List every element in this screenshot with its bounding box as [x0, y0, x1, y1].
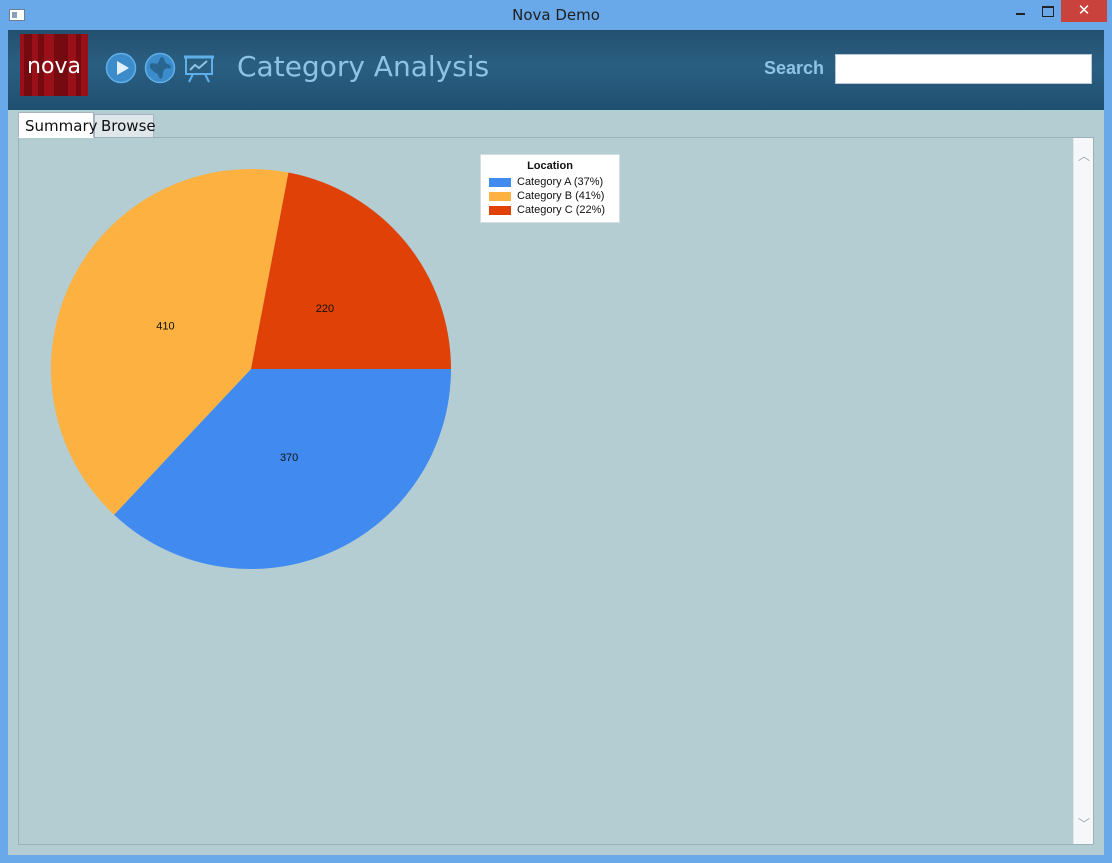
- legend-label-category-a: Category A (37%): [517, 176, 604, 188]
- title-bar[interactable]: Nova Demo ✕: [0, 0, 1112, 30]
- pie-label-category-c: 220: [316, 303, 334, 315]
- app-window: Nova Demo ✕ nova Category Analysis Searc…: [0, 0, 1112, 863]
- globe-icon[interactable]: [144, 52, 176, 84]
- legend-swatch-category-a: [489, 178, 511, 187]
- window-title: Nova Demo: [512, 6, 600, 24]
- maximize-button[interactable]: [1036, 0, 1058, 22]
- nova-logo: nova: [20, 34, 88, 96]
- presentation-chart-icon[interactable]: [183, 52, 215, 84]
- tab-summary[interactable]: Summary: [18, 112, 98, 138]
- app-header: nova Category Analysis Search: [8, 30, 1104, 110]
- scroll-up-icon[interactable]: ︿: [1074, 146, 1094, 166]
- close-button[interactable]: ✕: [1061, 0, 1107, 22]
- page-title: Category Analysis: [237, 50, 490, 83]
- client-area: nova Category Analysis Search Summary Br…: [8, 30, 1104, 855]
- scroll-down-icon[interactable]: ﹀: [1074, 814, 1094, 834]
- main-content: Summary Browse 370 410 220 Location Catego…: [8, 110, 1104, 855]
- legend-swatch-category-b: [489, 192, 511, 201]
- minimize-button[interactable]: [1006, 0, 1036, 22]
- legend-swatch-category-c: [489, 206, 511, 215]
- legend-label-category-c: Category C (22%): [517, 204, 606, 216]
- pie-chart: 370 410 220: [51, 169, 451, 569]
- search-input[interactable]: [835, 54, 1092, 84]
- search-label: Search: [764, 58, 825, 78]
- logo-text: nova: [27, 54, 81, 79]
- pie-label-category-a: 370: [280, 452, 298, 464]
- tab-browse[interactable]: Browse: [94, 114, 156, 138]
- legend-title: Location: [527, 160, 573, 172]
- legend-label-category-b: Category B (41%): [517, 190, 605, 202]
- play-icon[interactable]: [105, 52, 137, 84]
- chart-legend: Location Category A (37%) Category B (41…: [480, 154, 620, 223]
- summary-panel: 370 410 220 Location Category A (37%) Cate…: [18, 137, 1094, 845]
- pie-label-category-b: 410: [156, 320, 174, 332]
- vertical-scrollbar[interactable]: ︿ ﹀: [1073, 138, 1093, 844]
